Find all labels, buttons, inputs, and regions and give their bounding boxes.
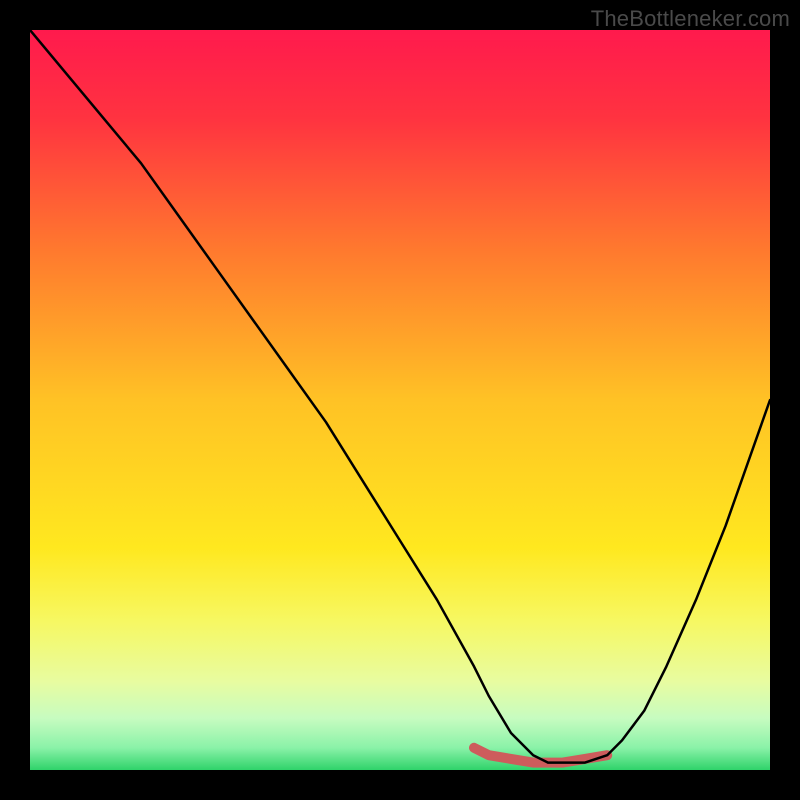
- bottleneck-curve-path: [30, 30, 770, 763]
- chart-container: TheBottleneker.com: [0, 0, 800, 800]
- watermark-text: TheBottleneker.com: [591, 6, 790, 32]
- plot-area: [30, 30, 770, 770]
- optimal-band-path: [474, 748, 607, 763]
- curve-layer: [30, 30, 770, 770]
